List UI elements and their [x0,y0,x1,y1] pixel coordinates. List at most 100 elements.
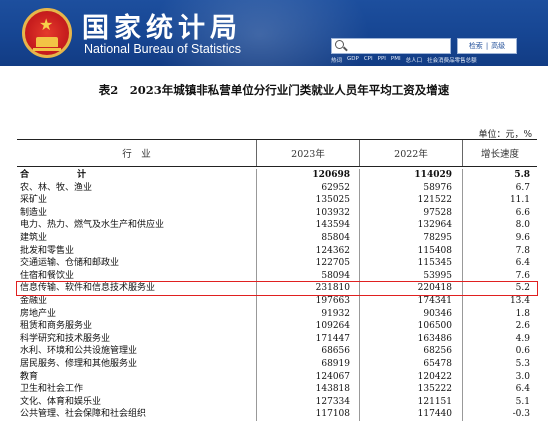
cell-growth: 5.3 [515,358,530,369]
cell-2022: 135222 [360,383,463,396]
column-header-industry: 行 业 [17,140,257,166]
cell-growth: 11.1 [509,195,530,206]
cell-2023: 68656 [257,345,360,358]
cell-industry: 采矿业 [17,194,257,207]
emblem-base [33,48,61,51]
cell-2022: 220418 [360,282,463,295]
cell-growth: -0.3 [512,409,530,420]
cell-2022: 120422 [360,370,463,384]
table-body: 合 计 120698 114029 5.8 农、林、牧、渔业 62952 58976 6.7 采… [16,169,538,421]
cell-2023: 117108 [257,408,360,421]
cell-growth: 0.6 [515,346,530,357]
table-row: 建筑业 85804 78295 9.6 [17,231,537,245]
cell-industry: 租赁和商务服务业 [17,320,257,333]
table-row: 金融业 197663 174341 13.4 [17,294,537,308]
cell-2023: 127334 [257,395,360,409]
cell-2022: 106500 [360,320,463,333]
quick-link-retail-sales[interactable]: 社会消费品零售总额 [427,56,477,65]
cell-2023: 143594 [257,219,360,232]
quick-link-pmi[interactable]: PMI [391,56,401,65]
site-title-en[interactable]: National Bureau of Statistics [84,42,241,56]
cell-growth: 8.0 [515,220,530,231]
cell-growth: 5.2 [515,283,530,294]
cell-growth: 6.4 [515,258,530,269]
table-row: 卫生和社会工作 143818 135222 6.4 [17,383,537,396]
table-row-total: 合 计 120698 114029 5.8 [17,169,537,182]
table-row-highlighted: 信息传输、软件和信息技术服务业 231810 220418 5.2 [16,281,538,296]
cell-growth: 6.6 [515,207,530,218]
table-row: 文化、体育和娱乐业 127334 121151 5.1 [17,395,537,409]
cell-2022: 58976 [360,181,463,195]
table-row: 制造业 103932 97528 6.6 [17,206,537,220]
search-icon [335,40,344,49]
cell-growth: 3.0 [515,371,530,382]
cell-2023: 62952 [257,181,360,195]
cell-2023: 58094 [257,269,360,283]
cell-2022: 78295 [360,231,463,245]
cell-industry: 信息传输、软件和信息技术服务业 [17,282,257,295]
cell-industry: 批发和零售业 [17,244,257,258]
cell-growth: 6.4 [515,384,530,395]
quick-link-hotwords[interactable]: 热词 [331,56,342,65]
cell-growth: 4.9 [515,333,530,344]
search-input[interactable] [348,40,448,52]
table-row: 租赁和商务服务业 109264 106500 2.6 [17,320,537,333]
site-header: ★ 国家统计局 National Bureau of Statistics 检索… [0,0,548,66]
star-icon: ★ [39,15,54,34]
cell-2022: 114029 [360,169,463,182]
cell-growth: 13.4 [509,295,530,306]
advanced-search-button[interactable]: 高级 [491,41,505,51]
cell-industry: 教育 [17,370,257,384]
cell-industry: 房地产业 [17,307,257,321]
cell-2022: 97528 [360,206,463,220]
cell-2022: 163486 [360,332,463,346]
search-box[interactable] [331,38,451,54]
column-header-2022: 2022年 [360,140,463,166]
cell-industry: 文化、体育和娱乐业 [17,395,257,409]
quick-link-cpi[interactable]: CPI [364,56,373,65]
table-row: 房地产业 91932 90346 1.8 [17,307,537,321]
wage-table: 行 业 2023年 2022年 增长速度 合 计 120698 114029 5.8 农… [16,139,538,421]
cell-2023: 122705 [257,257,360,270]
cell-industry: 电力、热力、燃气及水生产和供应业 [17,219,257,232]
cell-industry: 合 计 [17,169,257,182]
quick-link-gdp[interactable]: GDP [347,56,359,65]
cell-growth: 7.8 [515,245,530,256]
cell-2022: 115408 [360,244,463,258]
site-title-cn[interactable]: 国家统计局 [82,6,242,45]
cell-2022: 115345 [360,257,463,270]
total-label: 合 计 [20,170,97,180]
cell-industry: 居民服务、修理和其他服务业 [17,357,257,371]
cell-2023: 91932 [257,307,360,321]
quick-link-ppi[interactable]: PPI [378,56,386,65]
separator: | [485,42,489,50]
quick-links: 热词 GDP CPI PPI PMI 总人口 社会消费品零售总额 [331,56,546,65]
cell-2022: 68256 [360,345,463,358]
cell-2023: 68919 [257,357,360,371]
cell-industry: 公共管理、社会保障和社会组织 [17,408,257,421]
cell-2023: 85804 [257,231,360,245]
cell-growth: 5.1 [515,396,530,407]
cell-industry: 科学研究和技术服务业 [17,332,257,346]
cell-growth: 6.7 [515,182,530,193]
table-row: 农、林、牧、渔业 62952 58976 6.7 [17,181,537,195]
cell-growth: 7.6 [515,270,530,281]
table-row: 教育 124067 120422 3.0 [17,370,537,384]
cell-growth: 5.8 [514,170,530,180]
cell-industry: 农、林、牧、渔业 [17,181,257,195]
cell-2023: 231810 [257,282,360,295]
cell-industry: 水利、环境和公共设施管理业 [17,345,257,358]
quick-link-population[interactable]: 总人口 [406,56,423,65]
cell-2022: 65478 [360,357,463,371]
cell-industry: 卫生和社会工作 [17,383,257,396]
cell-industry: 金融业 [17,294,257,308]
search-buttons: 检索 | 高级 [457,38,517,54]
table-row: 科学研究和技术服务业 171447 163486 4.9 [17,332,537,346]
search-button[interactable]: 检索 [469,41,483,51]
national-emblem-icon[interactable]: ★ [22,8,72,58]
cell-2022: 117440 [360,408,463,421]
table-title: 表2 2023年城镇非私营单位分行业门类就业人员年平均工资及增速 [98,83,450,97]
cell-growth: 9.6 [515,232,530,243]
table-header: 行 业 2023年 2022年 增长速度 [17,140,537,167]
cell-2022: 53995 [360,269,463,283]
